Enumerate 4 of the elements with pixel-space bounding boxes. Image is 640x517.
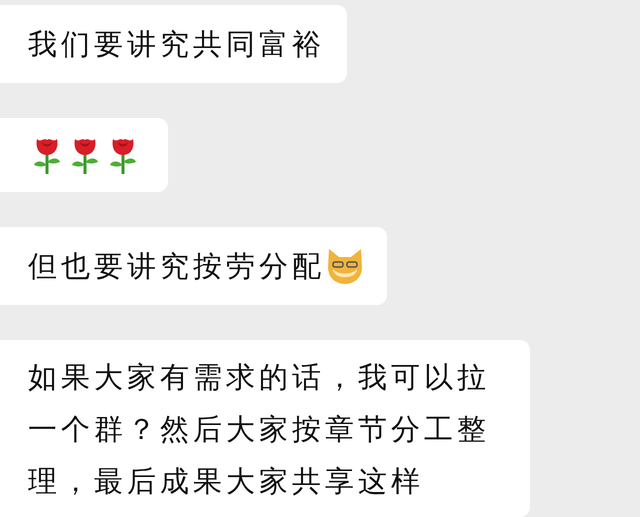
message-text: 但也要讲究按劳分配 xyxy=(28,248,325,286)
message-text: 我们要讲究共同富裕 xyxy=(28,26,325,63)
message-text: 如果大家有需求的话，我可以拉一个群？然后大家按章节分工整理，最后成果大家共享这样 xyxy=(28,358,491,500)
cat-head-icon xyxy=(325,247,365,286)
